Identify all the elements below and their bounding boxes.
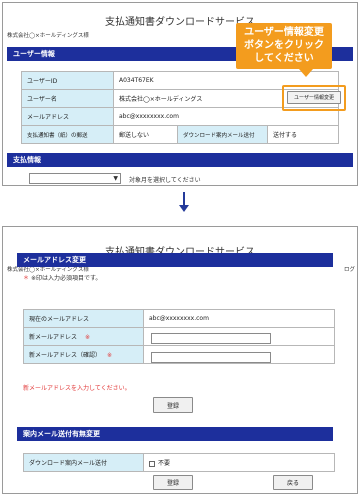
new-email-confirm-label-cell: 新メールアドレス（確認） ※: [23, 345, 144, 364]
bottom-screenshot-panel: 支払通知書ダウンロードサービス 株式会社◯×ホールディングス様 ログ メールアド…: [2, 226, 358, 494]
chevron-down-icon: ▼: [113, 175, 118, 182]
mail-notify-section-title: 案内メール送付有無変更: [23, 430, 100, 438]
register-button[interactable]: 登録: [153, 397, 193, 413]
user-info-change-button[interactable]: ユーザー情報変更: [287, 91, 341, 104]
company-name: 株式会社◯×ホールディングス様: [7, 33, 89, 39]
mail-delivery-label: 支払通知書（紙）の郵送: [21, 125, 114, 144]
required-note-text: ※印は入力必須項目です。: [30, 275, 102, 282]
required-note: ＊ ※印は入力必須項目です。: [23, 273, 101, 282]
month-select[interactable]: ▼: [29, 173, 121, 184]
new-email-input[interactable]: [151, 333, 271, 344]
user-name-label: ユーザー名: [21, 89, 114, 108]
notify-option-cell: 不要: [143, 453, 335, 472]
notify-unneeded-label: 不要: [158, 460, 171, 467]
current-email-value: abc@xxxxxxxx.com: [143, 309, 335, 328]
payment-info-section-title: 支払情報: [13, 156, 41, 164]
new-email-label: 新メールアドレス: [29, 334, 78, 341]
email-change-section-header: メールアドレス変更: [17, 253, 333, 267]
logout-link[interactable]: ログ: [344, 265, 355, 273]
table-row: ダウンロード案内メール送付 不要: [23, 453, 335, 472]
new-email-confirm-label: 新メールアドレス（確認）: [29, 352, 102, 359]
notify-unneeded-checkbox[interactable]: [149, 460, 155, 467]
required-mark: ※: [106, 352, 112, 359]
payment-info-section-header: 支払情報: [7, 153, 353, 167]
download-notify-value: 送付する: [267, 125, 339, 144]
arrow-down-icon: [179, 205, 189, 212]
register-button-2[interactable]: 登録: [153, 475, 193, 490]
table-row: 支払通知書（紙）の郵送 郵送しない ダウンロード案内メール送付 送付する: [21, 125, 339, 144]
mail-notify-table: ダウンロード案内メール送付 不要: [23, 453, 335, 472]
required-mark: ※: [84, 334, 90, 341]
new-email-confirm-input[interactable]: [151, 352, 271, 363]
callout-line-2: ボタンをクリック: [244, 40, 324, 51]
callout-line-1: ユーザー情報変更: [244, 27, 324, 38]
callout-line-3: してください: [254, 53, 314, 64]
error-message: 新メールアドレスを入力してください。: [23, 385, 131, 392]
instruction-callout: ユーザー情報変更 ボタンをクリック してください: [236, 23, 332, 69]
user-info-section-title: ユーザー情報: [13, 50, 55, 58]
new-email-label-cell: 新メールアドレス ※: [23, 327, 144, 346]
email-label: メールアドレス: [21, 107, 114, 126]
email-change-section-title: メールアドレス変更: [23, 256, 86, 264]
back-button[interactable]: 戻る: [273, 475, 313, 490]
top-screenshot-panel: 支払通知書ダウンロードサービス 株式会社◯×ホールディングス様 ユーザー情報 ユ…: [2, 2, 358, 186]
month-select-hint: 対象月を選択してください: [129, 177, 201, 184]
table-row: 現在のメールアドレス abc@xxxxxxxx.com: [23, 309, 335, 328]
mail-delivery-value: 郵送しない: [113, 125, 178, 144]
required-note-mark: ＊: [23, 275, 30, 282]
mail-notify-section-header: 案内メール送付有無変更: [17, 427, 333, 441]
download-notify-label: ダウンロード案内メール送付: [177, 125, 268, 144]
user-id-label: ユーザーID: [21, 71, 114, 90]
current-email-label: 現在のメールアドレス: [23, 309, 144, 328]
callout-pointer: [299, 69, 313, 77]
download-notify-label: ダウンロード案内メール送付: [23, 453, 144, 472]
